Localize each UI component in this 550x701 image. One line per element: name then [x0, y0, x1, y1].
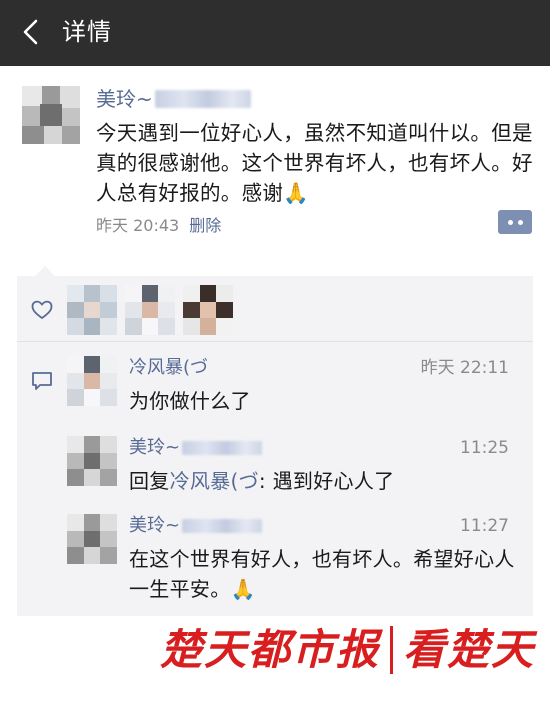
interaction-panel: 冷风暴(づ 昨天 22:11 为你做什么了 美玲~ 11:25 回复冷风暴(づ:… — [17, 266, 533, 616]
blurred-name-suffix — [182, 441, 263, 455]
newspaper-watermark: 楚天都市报 看楚天 — [160, 618, 540, 682]
comment-text: 在这个世界有好人，也有坏人。希望好心人一生平安。🙏 — [129, 547, 515, 601]
comment-text: 为你做什么了 — [129, 389, 251, 413]
reply-text: : 遇到好心人了 — [258, 469, 395, 493]
commenter-avatar[interactable] — [67, 436, 117, 486]
top-navbar: 详情 — [0, 0, 550, 66]
commenter-avatar[interactable] — [67, 356, 117, 406]
author-avatar[interactable] — [22, 86, 80, 144]
author-name[interactable]: 美玲~ — [96, 85, 153, 113]
likes-row — [17, 276, 533, 338]
like-avatar[interactable] — [125, 285, 175, 335]
commenter-name[interactable]: 美玲~ — [129, 514, 180, 538]
commenter-name[interactable]: 美玲~ — [129, 436, 180, 460]
post-text: 今天遇到一位好心人，虽然不知道叫什以。但是真的很感谢他。这个世界有坏人，也有坏人… — [96, 121, 533, 205]
blurred-name-suffix — [182, 519, 263, 533]
more-dots-icon[interactable] — [498, 210, 532, 234]
page-title: 详情 — [62, 18, 112, 46]
like-avatar-list — [67, 285, 233, 335]
back-button[interactable] — [14, 14, 50, 50]
comment-text: 回复冷风暴(づ: 遇到好心人了 — [129, 466, 519, 496]
comment-item[interactable]: 冷风暴(づ 昨天 22:11 为你做什么了 — [67, 356, 527, 416]
post-time: 昨天 20:43 — [96, 216, 180, 235]
like-avatar[interactable] — [67, 285, 117, 335]
panel-divider — [17, 341, 533, 342]
delete-link[interactable]: 删除 — [189, 212, 221, 236]
commenter-name-row: 美玲~ — [129, 514, 263, 538]
commenter-name[interactable]: 冷风暴(づ — [129, 356, 208, 380]
post-meta: 昨天 20:43 删除 — [96, 212, 221, 236]
watermark-right-text: 看楚天 — [403, 625, 536, 674]
commenter-avatar[interactable] — [67, 514, 117, 564]
commenter-name-row: 冷风暴(づ — [129, 356, 208, 380]
comment-time: 昨天 22:11 — [420, 358, 509, 378]
comment-item[interactable]: 美玲~ 11:27 在这个世界有好人，也有坏人。希望好心人一生平安。🙏 — [67, 514, 527, 606]
blurred-name-suffix — [154, 90, 251, 108]
comment-item[interactable]: 美玲~ 11:25 回复冷风暴(づ: 遇到好心人了 — [67, 436, 527, 496]
commenter-name-row: 美玲~ — [129, 436, 263, 460]
comment-time: 11:25 — [460, 438, 509, 458]
like-avatar[interactable] — [183, 285, 233, 335]
panel-arrow — [35, 266, 55, 276]
comment-icon — [32, 372, 52, 390]
chevron-left-icon[interactable] — [14, 14, 50, 50]
reply-prefix: 回复 — [129, 469, 170, 493]
watermark-left-text: 楚天都市报 — [160, 625, 381, 674]
heart-icon — [31, 300, 53, 319]
author-row: 美玲~ — [96, 84, 251, 114]
reply-target-name[interactable]: 冷风暴(づ — [170, 469, 259, 493]
moment-post: 美玲~ 今天遇到一位好心人，虽然不知道叫什以。但是真的很感谢他。这个世界有坏人，… — [0, 66, 550, 276]
comment-time: 11:27 — [460, 516, 509, 536]
watermark-separator — [390, 626, 394, 674]
